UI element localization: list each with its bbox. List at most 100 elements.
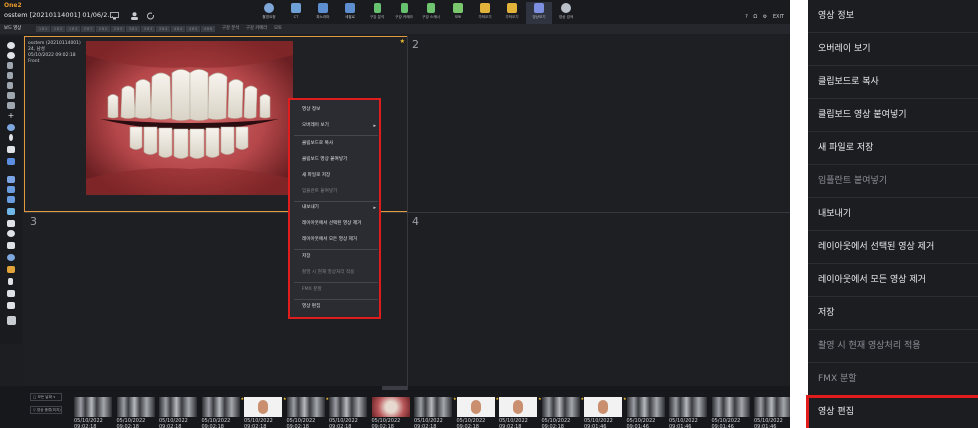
thumbnail-item[interactable]: [74, 397, 112, 417]
filter-icon[interactable]: [7, 158, 15, 165]
bar-icon[interactable]: [8, 278, 13, 285]
tool-import[interactable]: 가져오기: [472, 2, 498, 24]
brush-icon[interactable]: [7, 196, 15, 203]
text-icon[interactable]: [7, 82, 13, 89]
segment-tab[interactable]: 3 8 4: [156, 26, 170, 32]
tab-oral-analysis[interactable]: 구강 분석: [222, 25, 239, 33]
crop-icon[interactable]: [7, 176, 15, 183]
tool-oral-analysis[interactable]: 구강 분석: [364, 2, 390, 24]
tab-intraoral-camera[interactable]: 구강 카메라: [246, 25, 267, 33]
menu-remove-all-images[interactable]: 레이아웃에서 모든 영상 제거: [292, 234, 378, 246]
tool-image-search[interactable]: 영상 검색: [553, 2, 579, 24]
segment-tab[interactable]: 4 8 5: [186, 26, 200, 32]
image-type-filter-dropdown[interactable]: ▽ 영상 종류(미지) ∨: [30, 406, 62, 414]
thumbnail-item[interactable]: [244, 397, 282, 417]
segment-tab[interactable]: 2 8 7: [81, 26, 95, 32]
monitor-icon[interactable]: [110, 12, 119, 20]
segment-tab[interactable]: 3 8 3: [141, 26, 155, 32]
menu-export[interactable]: 내보내기 ▸: [292, 202, 378, 214]
thumbnail-item[interactable]: [329, 397, 367, 417]
zoom-menu-remove-selected-image[interactable]: 레이아웃에서 선택된 영상 제거: [808, 231, 978, 264]
measure-icon[interactable]: [7, 208, 15, 215]
ruler-icon[interactable]: [7, 62, 13, 69]
tool-image-view[interactable]: 영상보기: [526, 2, 552, 24]
thumbnail-item[interactable]: [159, 397, 197, 417]
collapse-handle[interactable]: [382, 386, 408, 390]
date-filter-dropdown[interactable]: □ 모든 날짜 ∨: [30, 393, 62, 401]
menu-overlay-view[interactable]: 오버레이 보기 ▸: [292, 120, 378, 132]
segment-tab[interactable]: 2 8 3: [111, 26, 125, 32]
menu-save[interactable]: 저장: [292, 251, 378, 263]
window-level-icon[interactable]: [7, 146, 15, 153]
segment-tab[interactable]: 4 8 6: [201, 26, 215, 32]
viewport-2[interactable]: 2: [408, 36, 790, 212]
tab-board-image[interactable]: 보드 영상: [4, 25, 21, 33]
zoom-menu-export[interactable]: 내보내기: [808, 198, 978, 231]
thumbnail-item[interactable]: [541, 397, 580, 417]
gear-icon[interactable]: ⚙: [763, 14, 767, 20]
tooth-icon[interactable]: [7, 220, 15, 227]
compare-icon[interactable]: [7, 266, 15, 273]
menu-image-edit[interactable]: 영상 편집: [292, 301, 378, 313]
headset-icon[interactable]: Ω: [753, 14, 757, 20]
thumbnail-item[interactable]: [626, 397, 665, 417]
thumbnail-item[interactable]: [669, 397, 707, 417]
thumbnail-item[interactable]: [201, 397, 240, 417]
exit-button[interactable]: EXIT: [773, 14, 784, 20]
help-icon[interactable]: ?: [745, 14, 748, 20]
menu-image-info[interactable]: 영상 정보: [292, 104, 378, 116]
thumbnail-item[interactable]: [116, 397, 155, 417]
circle-icon[interactable]: [7, 230, 15, 237]
zoom-menu-paste-clipboard-image[interactable]: 클립보드 영상 붙여넣기: [808, 99, 978, 132]
zoom-menu-save-new-file[interactable]: 새 파일로 저장: [808, 132, 978, 165]
angle-icon[interactable]: [7, 72, 13, 79]
pen-icon[interactable]: [7, 186, 15, 193]
thumbnail-item[interactable]: [711, 397, 750, 417]
layout-icon[interactable]: [7, 302, 15, 309]
viewport-4[interactable]: 4: [408, 213, 790, 386]
segment-tab[interactable]: 1 8 3: [66, 26, 80, 32]
segment-tab[interactable]: 2 8 2: [96, 26, 110, 32]
segment-tab[interactable]: 1 8 1: [36, 26, 50, 32]
zoom-menu-overlay-view[interactable]: 오버레이 보기: [808, 33, 978, 66]
menu-remove-selected-image[interactable]: 레이아웃에서 선택된 영상 제거: [292, 218, 378, 230]
grid-icon[interactable]: [7, 290, 15, 297]
menu-save-new-file[interactable]: 새 파일로 저장: [292, 170, 378, 182]
thumbnail-item[interactable]: [754, 397, 790, 417]
plus-icon[interactable]: +: [7, 112, 15, 120]
tool-folder[interactable]: 가져오기: [499, 2, 525, 24]
zoom-menu-image-info[interactable]: 영상 정보: [808, 0, 978, 33]
flip-icon[interactable]: [7, 102, 15, 109]
star-icon[interactable]: ★: [400, 38, 405, 45]
globe-icon[interactable]: [7, 254, 15, 261]
refresh-icon[interactable]: [146, 12, 155, 20]
tool-intraoral-camera[interactable]: 구강 카메라: [391, 2, 417, 24]
thumbnail-item[interactable]: [414, 397, 452, 417]
menu-paste-clipboard-image[interactable]: 클립보드 영상 붙여넣기: [292, 154, 378, 166]
thumbnail-item[interactable]: [456, 397, 495, 417]
tool-ct[interactable]: CT: [283, 2, 309, 24]
zoom-icon[interactable]: [7, 42, 15, 49]
tool-panorama[interactable]: 파노라마: [310, 2, 336, 24]
tool-capture-request[interactable]: 촬영요청: [256, 2, 282, 24]
rotate-icon[interactable]: [7, 92, 15, 99]
settings-icon[interactable]: [7, 316, 16, 325]
segment-tab[interactable]: 3 8 1: [126, 26, 140, 32]
magnifier-icon[interactable]: [7, 124, 15, 131]
thumbnail-item[interactable]: [499, 397, 537, 417]
tool-photo[interactable]: 모토: [445, 2, 471, 24]
dot-icon[interactable]: [9, 134, 13, 141]
tab-photo[interactable]: 모토: [274, 25, 282, 33]
segment-tab[interactable]: 4 8 4: [171, 26, 185, 32]
zoom-menu-remove-all-images[interactable]: 레이아웃에서 모든 영상 제거: [808, 264, 978, 297]
user-icon[interactable]: [130, 12, 139, 20]
intraoral-photo[interactable]: [86, 41, 293, 195]
info-icon[interactable]: [7, 52, 15, 59]
thumbnail-item[interactable]: [371, 397, 410, 417]
implant-icon[interactable]: [7, 242, 15, 249]
tool-oral-scanner[interactable]: 구강 스캐너: [418, 2, 444, 24]
zoom-menu-copy-clipboard[interactable]: 클립보드로 복사: [808, 66, 978, 99]
tool-cephalo[interactable]: 세팔로: [337, 2, 363, 24]
thumbnail-item[interactable]: [286, 397, 325, 417]
zoom-menu-save[interactable]: 저장: [808, 297, 978, 330]
